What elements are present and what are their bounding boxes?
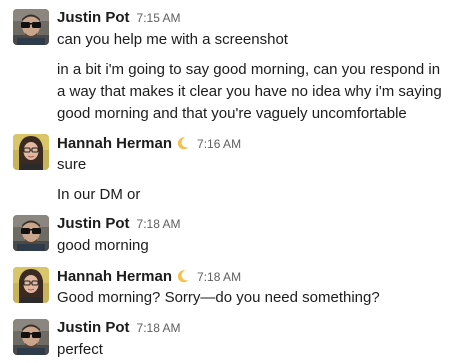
author-name[interactable]: Hannah Herman — [57, 268, 172, 285]
author-name[interactable]: Justin Pot — [57, 9, 130, 26]
author-name[interactable]: Justin Pot — [57, 215, 130, 232]
message-text: good morning and that you're vaguely unc… — [57, 105, 407, 122]
message-header: Hannah Herman 7:18 AM — [57, 267, 241, 287]
timestamp[interactable]: 7:18 AM — [137, 321, 181, 335]
message-header: Hannah Herman 7:16 AM — [57, 134, 241, 154]
message-text: Good morning? Sorry—do you need somethin… — [57, 289, 380, 306]
crescent-moon-icon — [176, 136, 190, 150]
author-name[interactable]: Justin Pot — [57, 319, 130, 336]
message-header: Justin Pot 7:18 AM — [57, 215, 181, 235]
message-text: good morning — [57, 237, 149, 254]
message-header: Justin Pot 7:15 AM — [57, 9, 181, 29]
avatar-justin-pot[interactable] — [13, 319, 49, 355]
message-header: Justin Pot 7:18 AM — [57, 319, 181, 339]
timestamp[interactable]: 7:18 AM — [137, 217, 181, 231]
message-text: a way that makes it clear you have no id… — [57, 83, 442, 100]
timestamp[interactable]: 7:16 AM — [197, 137, 241, 151]
avatar-justin-pot[interactable] — [13, 215, 49, 251]
message-text: in a bit i'm going to say good morning, … — [57, 61, 441, 78]
avatar-hannah-herman[interactable] — [13, 134, 49, 170]
avatar-justin-pot[interactable] — [13, 9, 49, 45]
crescent-moon-icon — [176, 269, 190, 283]
timestamp[interactable]: 7:18 AM — [197, 270, 241, 284]
timestamp[interactable]: 7:15 AM — [137, 11, 181, 25]
avatar-hannah-herman[interactable] — [13, 267, 49, 303]
message-text: sure — [57, 156, 87, 173]
author-name[interactable]: Hannah Herman — [57, 135, 172, 152]
message-text: can you help me with a screenshot — [57, 31, 288, 48]
message-text: In our DM or — [57, 186, 141, 203]
message-text: perfect — [57, 341, 103, 358]
